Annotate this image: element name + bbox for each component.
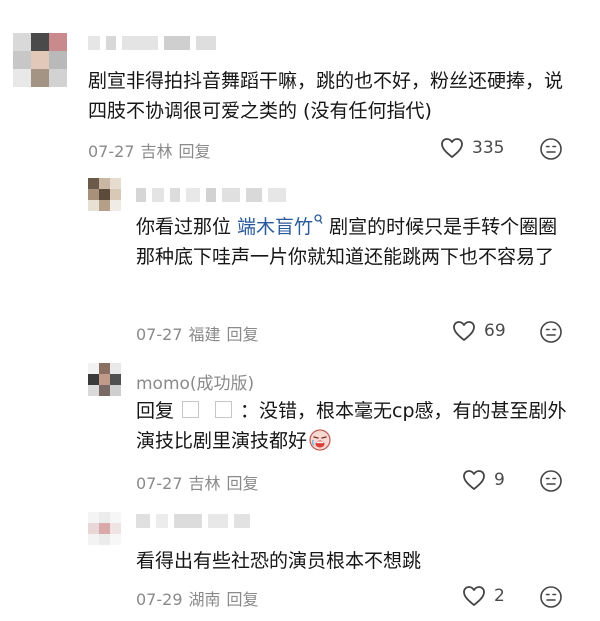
like-count: 2 bbox=[494, 586, 505, 606]
heart-outline-icon bbox=[463, 470, 485, 490]
comment-date: 07-27 bbox=[88, 142, 135, 161]
comment-text-part: 没错，根本毫无cp感，有的甚至剧外演技比剧里演技都好 bbox=[136, 400, 567, 452]
comment-location: 吉林 bbox=[140, 142, 173, 161]
username-blurred[interactable] bbox=[88, 36, 222, 50]
avatar[interactable] bbox=[88, 512, 121, 545]
crying-face-emoji bbox=[309, 429, 331, 451]
reply-separator: ： bbox=[240, 400, 260, 422]
reply-button[interactable]: 回复 bbox=[179, 142, 211, 161]
comment-date: 07-29 bbox=[136, 590, 183, 609]
avatar[interactable] bbox=[13, 33, 67, 87]
like-button[interactable]: 2 bbox=[462, 585, 505, 607]
username-blurred[interactable] bbox=[136, 188, 292, 202]
emoji-face-icon[interactable] bbox=[540, 470, 562, 492]
heart-outline-icon bbox=[463, 586, 485, 606]
reply-prefix: 回复 bbox=[136, 400, 175, 422]
comment-text: 剧宣非得拍抖音舞蹈干嘛，跳的也不好，粉丝还硬捧，说四肢不协调很可爱之类的 (没有… bbox=[88, 70, 564, 122]
reply-button[interactable]: 回复 bbox=[227, 325, 259, 344]
like-count: 335 bbox=[472, 138, 505, 158]
heart-outline-icon bbox=[453, 321, 475, 341]
emoji-face-icon[interactable] bbox=[540, 586, 562, 608]
comment-text: 回复 ：没错，根本毫无cp感，有的甚至剧外演技比剧里演技都好 bbox=[136, 396, 576, 456]
avatar[interactable] bbox=[88, 363, 121, 396]
comment-date: 07-27 bbox=[136, 325, 183, 344]
comment-meta: 07-27 福建 回复 bbox=[136, 321, 265, 345]
avatar[interactable] bbox=[88, 178, 121, 211]
comment-location: 吉林 bbox=[188, 474, 221, 493]
like-count: 69 bbox=[484, 321, 506, 341]
like-button[interactable]: 335 bbox=[440, 137, 504, 159]
comment-meta: 07-27 吉林 回复 bbox=[136, 470, 265, 494]
mention-link[interactable]: 端木盲竹 bbox=[237, 216, 313, 238]
like-count: 9 bbox=[494, 470, 505, 490]
like-button[interactable]: 69 bbox=[452, 320, 506, 342]
username-blurred[interactable] bbox=[136, 514, 256, 528]
comment-meta: 07-27 吉林 回复 bbox=[88, 138, 217, 162]
comment-meta: 07-29 湖南 回复 bbox=[136, 586, 265, 610]
comment-text: 你看过那位 端木盲竹 剧宣的时候只是手转个圈圈那种底下哇声一片你就知道还能跳两下… bbox=[136, 212, 576, 272]
emoji-face-icon[interactable] bbox=[540, 138, 562, 160]
redacted-box bbox=[215, 401, 233, 418]
like-button[interactable]: 9 bbox=[462, 469, 505, 491]
redacted-box bbox=[182, 401, 200, 418]
reply-button[interactable]: 回复 bbox=[227, 474, 259, 493]
search-icon bbox=[314, 214, 323, 224]
username[interactable]: momo(成功版) bbox=[136, 369, 254, 394]
comment-text-part: 你看过那位 bbox=[136, 216, 238, 238]
comment-text: 看得出有些社恐的演员根本不想跳 bbox=[136, 550, 422, 572]
emoji-face-icon[interactable] bbox=[540, 321, 562, 343]
comment-date: 07-27 bbox=[136, 474, 183, 493]
comment-location: 湖南 bbox=[188, 590, 221, 609]
heart-outline-icon bbox=[441, 138, 463, 158]
reply-button[interactable]: 回复 bbox=[227, 590, 259, 609]
comment-location: 福建 bbox=[188, 325, 221, 344]
